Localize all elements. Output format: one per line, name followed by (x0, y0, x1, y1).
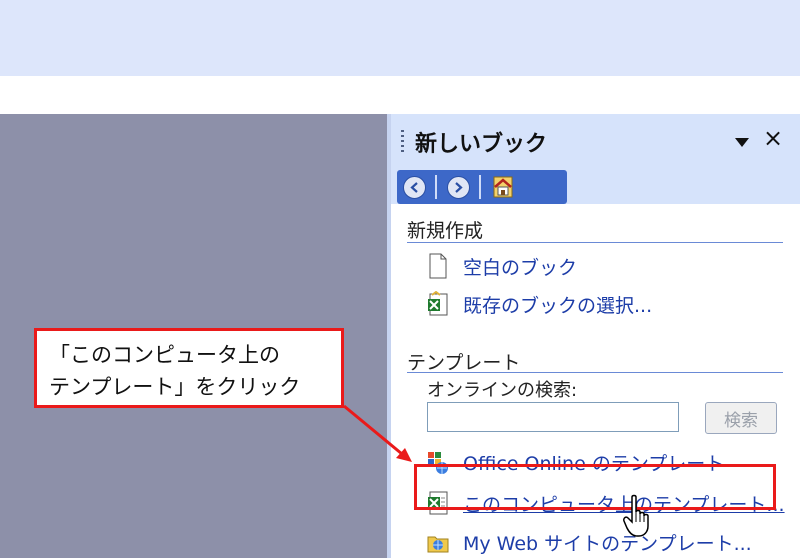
close-icon[interactable]: × (763, 126, 783, 150)
annotation-callout: 「このコンピュータ上の テンプレート」をクリック (34, 328, 344, 408)
link-label[interactable]: 既存のブックの選択... (463, 291, 652, 318)
link-my-web-site-templates[interactable]: My Web サイトのテンプレート... (427, 526, 752, 558)
task-pane-title: 新しいブック (415, 132, 548, 157)
annotation-line-1: 「このコンピュータ上の (49, 343, 280, 367)
hand-cursor-icon (623, 494, 649, 537)
home-button[interactable] (485, 170, 521, 204)
section-heading-templates: テンプレート (407, 352, 521, 374)
home-icon (493, 176, 513, 198)
link-label[interactable]: 空白のブック (463, 253, 577, 280)
highlight-box (414, 464, 776, 510)
online-search-input[interactable] (427, 402, 679, 432)
section-divider (407, 372, 783, 373)
drag-grip-icon[interactable] (401, 130, 404, 152)
link-existing-workbook[interactable]: 既存のブックの選択... (427, 288, 652, 320)
section-divider (407, 242, 783, 243)
forward-arrow-icon (446, 175, 470, 199)
web-folder-icon (427, 536, 449, 553)
link-blank-workbook[interactable]: 空白のブック (427, 250, 577, 282)
task-pane-header: 新しいブック × (391, 114, 800, 168)
search-button[interactable]: 検索 (705, 402, 777, 434)
back-arrow-icon (402, 175, 426, 199)
section-heading-new: 新規作成 (407, 220, 484, 242)
annotation-line-2: テンプレート」をクリック (49, 375, 301, 399)
forward-button[interactable] (441, 170, 475, 204)
task-pane-nav-bar (397, 170, 567, 204)
nav-separator (479, 175, 481, 199)
excel-workbook-icon (428, 291, 448, 316)
nav-separator (435, 175, 437, 199)
search-label: オンラインの検索: (427, 380, 578, 401)
pane-menu-dropdown-icon[interactable] (735, 138, 749, 147)
blank-document-icon (429, 253, 447, 279)
back-button[interactable] (397, 170, 431, 204)
toolbar-area (0, 0, 800, 76)
link-label[interactable]: My Web サイトのテンプレート... (463, 529, 752, 556)
formula-bar-area (0, 76, 800, 114)
